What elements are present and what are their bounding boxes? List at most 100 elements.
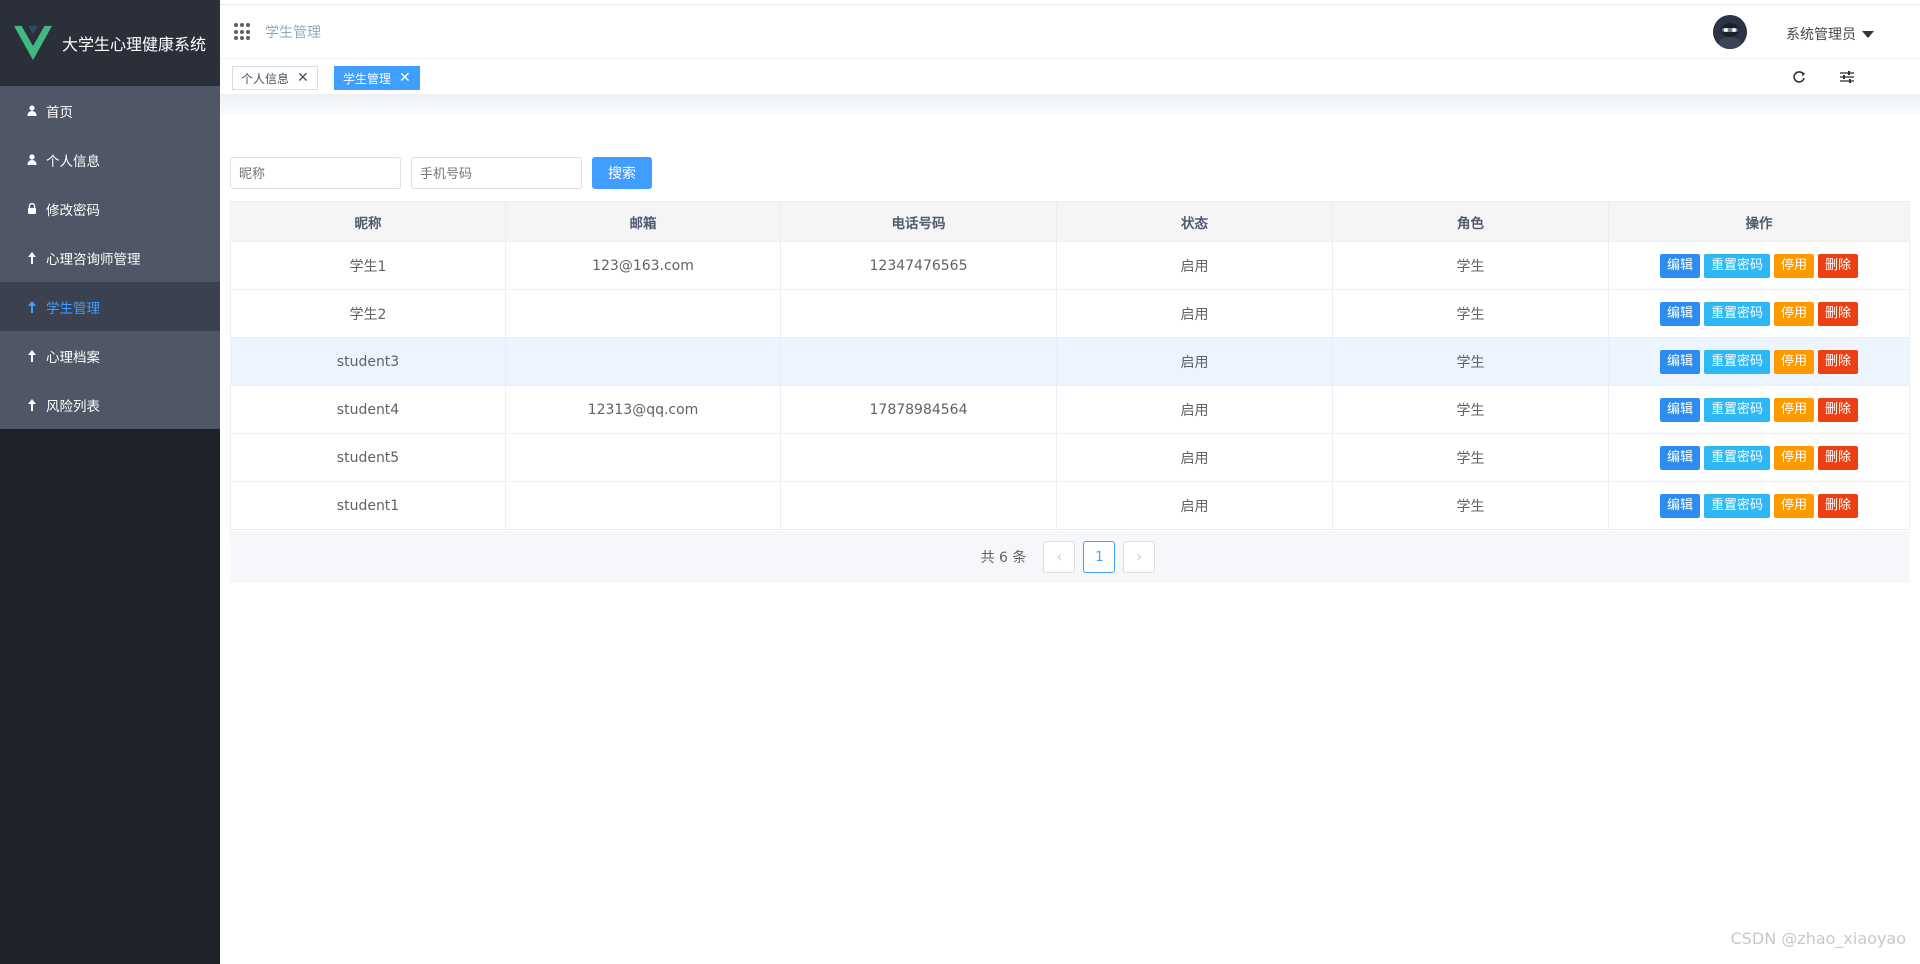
col-status: 状态 [1056,201,1333,242]
cell-actions: 编辑 重置密码 停用 删除 [1608,385,1910,434]
cell-status: 启用 [1056,433,1333,482]
sidebar-item-5[interactable]: 心理档案 [0,331,220,380]
reset-password-button[interactable]: 重置密码 [1703,349,1770,374]
phone-search-input[interactable] [411,157,582,189]
arrow-up-icon [26,300,38,313]
sidebar-item-6[interactable]: 风险列表 [0,380,220,429]
cell-nickname: student5 [230,433,506,482]
user-name: 系统管理员 [1786,27,1856,43]
delete-button[interactable]: 删除 [1818,301,1859,326]
sidebar-item-label: 心理档案 [46,349,100,366]
cell-role: 学生 [1332,289,1609,338]
cell-nickname: 学生2 [230,289,506,338]
arrow-up-icon [26,398,38,411]
table-row[interactable]: student3 启用 学生 编辑 重置密码 停用 删除 [230,337,1910,386]
cell-status: 启用 [1056,481,1333,530]
sidebar: 大学生心理健康系统 首页个人信息修改密码心理咨询师管理学生管理心理档案风险列表 [0,0,220,964]
cell-email: 12313@qq.com [505,385,781,434]
arrow-up-icon [26,251,38,264]
settings-sliders-icon[interactable] [1838,68,1856,86]
app-root: 大学生心理健康系统 首页 个人信息 修改密码 心理咨询师管理 学生管理 心理档案 风险列表 … [0,0,1920,964]
breadcrumb[interactable]: 学生管理 [265,22,321,42]
prev-page-button[interactable]: ‹ [1043,541,1076,573]
reset-password-button[interactable]: 重置密码 [1703,493,1770,518]
user-menu[interactable]: 系统管理员 [1786,24,1874,44]
tag-personal-info[interactable]: 个人信息 ✕ [232,66,318,90]
cell-phone: 17878984564 [780,385,1057,434]
close-icon[interactable]: ✕ [297,70,309,86]
edit-button[interactable]: 编辑 [1659,349,1700,374]
sidebar-item-2[interactable]: 修改密码 [0,184,220,233]
cell-actions: 编辑 重置密码 停用 删除 [1608,337,1910,386]
reset-password-button[interactable]: 重置密码 [1703,301,1770,326]
disable-button[interactable]: 停用 [1774,493,1815,518]
caret-down-icon [1862,30,1874,38]
refresh-icon[interactable] [1790,68,1808,86]
delete-button[interactable]: 删除 [1818,445,1859,470]
cell-nickname: 学生1 [230,241,506,290]
sidebar-item-label: 学生管理 [46,300,100,317]
sidebar-item-label: 修改密码 [46,202,100,219]
cell-role: 学生 [1332,433,1609,482]
search-button[interactable]: 搜索 [592,157,652,189]
cell-role: 学生 [1332,241,1609,290]
sidebar-item-3[interactable]: 心理咨询师管理 [0,233,220,282]
logo[interactable]: 大学生心理健康系统 [0,0,220,86]
table-row[interactable]: student4 12313@qq.com 17878984564 启用 学生 编辑 重置密… [230,385,1910,434]
cell-phone [780,433,1057,482]
cell-actions: 编辑 重置密码 停用 删除 [1608,241,1910,290]
cell-nickname: student1 [230,481,506,530]
cell-status: 启用 [1056,289,1333,338]
student-table: 昵称 邮箱 电话号码 状态 角色 操作 学生1 123@163.com 123474… [230,201,1910,530]
edit-button[interactable]: 编辑 [1659,493,1700,518]
sidebar-item-1[interactable]: 个人信息 [0,135,220,184]
cell-email [505,337,781,386]
table-row[interactable]: 学生1 123@163.com 12347476565 启用 学生 编辑 重置密码 停用 删除 [230,241,1910,290]
sidebar-item-label: 个人信息 [46,153,100,170]
cell-actions: 编辑 重置密码 停用 删除 [1608,433,1910,482]
table-row[interactable]: 学生2 启用 学生 编辑 重置密码 停用 删除 [230,289,1910,338]
user-icon [26,105,38,117]
tags-view: 个人信息 ✕ 学生管理 ✕ [220,58,1920,95]
edit-button[interactable]: 编辑 [1659,301,1700,326]
disable-button[interactable]: 停用 [1774,253,1815,278]
col-phone: 电话号码 [780,201,1057,242]
sidebar-menu: 首页个人信息修改密码心理咨询师管理学生管理心理档案风险列表 [0,86,220,429]
table-row[interactable]: student5 启用 学生 编辑 重置密码 停用 删除 [230,433,1910,482]
table-row[interactable]: student1 启用 学生 编辑 重置密码 停用 删除 [230,481,1910,530]
tag-student-management[interactable]: 学生管理 ✕ [334,66,420,90]
disable-button[interactable]: 停用 [1774,445,1815,470]
disable-button[interactable]: 停用 [1774,397,1815,422]
cell-actions: 编辑 重置密码 停用 删除 [1608,481,1910,530]
disable-button[interactable]: 停用 [1774,349,1815,374]
page-1-button[interactable]: 1 [1083,541,1116,573]
delete-button[interactable]: 删除 [1818,397,1859,422]
delete-button[interactable]: 删除 [1818,493,1859,518]
avatar[interactable] [1713,15,1747,49]
main-area: 学生管理 系统管理员 个人信息 ✕ 学生管理 ✕ 昵称 手机号码 搜索 昵称 邮… [220,0,1920,964]
lock-icon [26,203,38,215]
cell-email [505,433,781,482]
disable-button[interactable]: 停用 [1774,301,1815,326]
cell-actions: 编辑 重置密码 停用 删除 [1608,289,1910,338]
delete-button[interactable]: 删除 [1818,253,1859,278]
next-page-button[interactable]: › [1123,541,1156,573]
reset-password-button[interactable]: 重置密码 [1703,253,1770,278]
reset-password-button[interactable]: 重置密码 [1703,397,1770,422]
col-actions: 操作 [1608,201,1910,242]
reset-password-button[interactable]: 重置密码 [1703,445,1770,470]
close-icon[interactable]: ✕ [399,70,411,86]
nickname-search-input[interactable] [230,157,401,189]
cell-phone [780,481,1057,530]
delete-button[interactable]: 删除 [1818,349,1859,374]
chevron-right-icon: › [1136,549,1142,565]
edit-button[interactable]: 编辑 [1659,445,1700,470]
pagination-total: 共 6 条 [980,550,1027,566]
col-nickname: 昵称 [230,201,506,242]
edit-button[interactable]: 编辑 [1659,397,1700,422]
sidebar-item-0[interactable]: 首页 [0,86,220,135]
sidebar-item-4[interactable]: 学生管理 [0,282,220,331]
edit-button[interactable]: 编辑 [1659,253,1700,278]
top-strip [220,0,1920,5]
hamburger-grid-icon[interactable] [234,23,252,41]
